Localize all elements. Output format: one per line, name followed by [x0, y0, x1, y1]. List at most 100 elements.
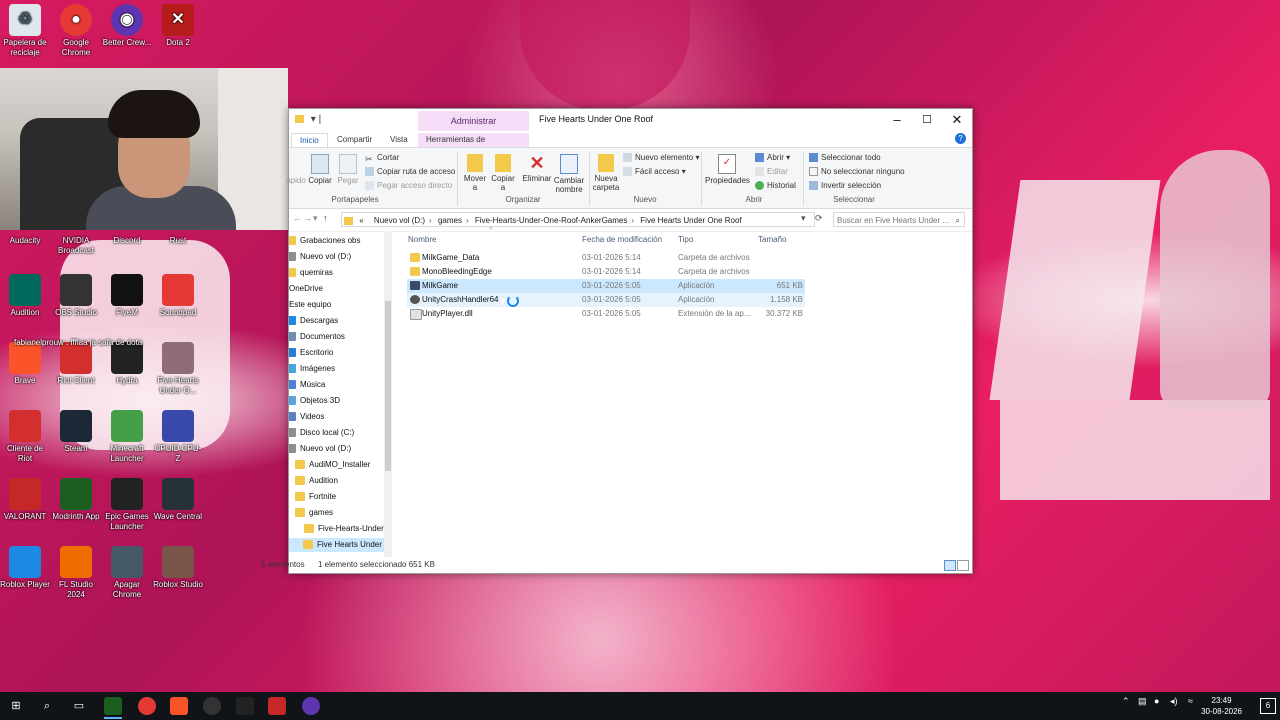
desktop-icon-discord[interactable]: Discord [102, 236, 152, 246]
column-header-date[interactable]: Fecha de modificación [582, 235, 662, 244]
close-button[interactable]: ✕ [942, 109, 972, 131]
forward-arrow-icon[interactable]: → [303, 213, 312, 223]
desktop-icon-rust[interactable]: Rust [153, 236, 203, 246]
desktop-icon-roblox-studio[interactable]: Roblox Studio [153, 546, 203, 590]
breadcrumb-item[interactable]: Nuevo vol (D:) [374, 216, 425, 225]
desktop-icon-nvidia[interactable]: NVIDIA Broadcast [51, 236, 101, 256]
desktop-icon-cpuz[interactable]: CPUID CPU-Z [153, 410, 203, 464]
nav-item[interactable]: games [295, 506, 333, 520]
desktop-icon-valorant[interactable]: VALORANT [0, 478, 50, 522]
properties-button[interactable]: ✓ Propiedades [705, 154, 750, 185]
nav-item[interactable]: OneDrive [289, 282, 323, 296]
address-dropdown-icon[interactable]: ▾ [801, 213, 806, 224]
move-to-button[interactable]: Mover a [461, 154, 489, 192]
paste-shortcut-button[interactable]: Pegar acceso directo [365, 180, 452, 192]
taskbar-chrome-icon[interactable] [138, 697, 156, 715]
history-button[interactable]: Historial [755, 180, 796, 192]
back-arrow-icon[interactable]: ← [293, 213, 302, 223]
nav-item[interactable]: Objetos 3D [289, 394, 340, 408]
desktop-icon-dota[interactable]: ✕ Dota 2 [153, 4, 203, 48]
start-windows-icon[interactable]: ⊞ [7, 697, 25, 715]
taskbar-stream-icon[interactable] [268, 697, 286, 715]
microphone-icon[interactable]: ● [1154, 696, 1159, 706]
desktop-icon-riot[interactable]: Riot Client [51, 342, 101, 386]
nav-item[interactable]: Nuevo vol (D:) [289, 442, 351, 456]
desktop-icon-roblox[interactable]: Roblox Player [0, 546, 50, 590]
nav-item[interactable]: Música [289, 378, 325, 392]
tab-inicio[interactable]: Inicio [291, 133, 328, 148]
invert-selection-button[interactable]: Invertir selección [809, 180, 881, 192]
cut-button[interactable]: ✂ Cortar [365, 152, 399, 164]
breadcrumb-overflow[interactable]: « [359, 216, 363, 225]
desktop-icon-riot-client[interactable]: Cliente de Riot [0, 410, 50, 464]
search-input[interactable]: Buscar en Five Hearts Under ... ⌕ [833, 212, 965, 227]
chevron-up-icon[interactable]: ⌃ [1122, 696, 1130, 707]
taskbar-obs-icon[interactable] [203, 697, 221, 715]
notifications-icon[interactable]: 6 [1260, 698, 1276, 714]
desktop-icon-game[interactable]: Five Hearts Under O... [153, 342, 203, 396]
desktop-icon-chrome[interactable]: ● Google Chrome [51, 4, 101, 58]
select-all-button[interactable]: Seleccionar todo [809, 152, 881, 164]
network-icon[interactable]: ▤ [1138, 696, 1147, 707]
taskbar-brave-icon[interactable] [170, 697, 188, 715]
help-icon[interactable]: ? [955, 133, 966, 144]
up-arrow-icon[interactable]: ↑ [323, 213, 328, 223]
tab-compartir[interactable]: Compartir [329, 133, 380, 147]
nav-scrollbar[interactable] [384, 231, 392, 557]
nav-item[interactable]: Fortnite [295, 490, 336, 504]
desktop-icon-better-crew[interactable]: ◉ Better Crew... [102, 4, 152, 48]
desktop-icon-brave[interactable]: Brave [0, 342, 50, 386]
nav-item[interactable]: Nuevo vol (D:) [289, 250, 351, 264]
nav-item[interactable]: Audition [295, 474, 338, 488]
desktop-icon-hydra[interactable]: Hydra [102, 342, 152, 386]
breadcrumb-item[interactable]: Five Hearts Under One Roof [640, 216, 741, 225]
nav-item[interactable]: Escritorio [289, 346, 333, 360]
file-row[interactable]: MonoBleedingEdge 03-01-2026 5:14 Carpeta d… [407, 265, 805, 279]
select-none-button[interactable]: No seleccionar ninguno [809, 166, 905, 178]
taskbar-explorer-icon[interactable] [104, 697, 122, 715]
search-icon[interactable]: ⌕ [38, 697, 56, 715]
paste-button[interactable]: Pegar [335, 154, 361, 185]
desktop-icon-recycle-bin[interactable]: ♻ Papelera de reciclaje [0, 4, 50, 58]
desktop-icon-obs[interactable]: OBS Studio [51, 274, 101, 318]
tab-herramientas[interactable]: Herramientas de aplicación [418, 133, 529, 158]
breadcrumb-item[interactable]: Five-Hearts-Under-One-Roof-AnkerGames [475, 216, 628, 225]
desktop-icon-steam[interactable]: Steam [51, 410, 101, 454]
nav-item[interactable]: Grabaciones obs [289, 234, 360, 248]
delete-button[interactable]: ✕ Eliminar [521, 154, 553, 183]
nav-item[interactable]: Videos [289, 410, 324, 424]
breadcrumb-item[interactable]: games [438, 216, 462, 225]
desktop-icon-wave[interactable]: Wave Central [153, 478, 203, 522]
nav-item[interactable]: Este equipo [289, 298, 331, 312]
copy-button[interactable]: Copiar [307, 154, 333, 185]
task-view-icon[interactable]: ▭ [70, 697, 88, 715]
nav-item[interactable]: Imágenes [289, 362, 335, 376]
acceso-rapido-button[interactable]: ápido [285, 176, 307, 185]
taskbar-hydra-icon[interactable] [236, 697, 254, 715]
desktop-icon-audacity[interactable]: Audacity [0, 236, 50, 246]
file-row[interactable]: UnityPlayer.dll 03-01-2026 5:05 Extensión … [407, 307, 805, 321]
desktop-icon-fivem[interactable]: FiveM [102, 274, 152, 318]
quick-access-toolbar[interactable]: ▾ | [295, 114, 321, 125]
taskbar-better-crew-icon[interactable] [302, 697, 320, 715]
desktop-icon-flstudio[interactable]: FL Studio 2024 [51, 546, 101, 600]
nav-item[interactable]: Five-Hearts-Under-One- [304, 522, 392, 536]
refresh-icon[interactable]: ⟳ [815, 213, 823, 224]
recent-dropdown-icon[interactable]: ▾ [313, 213, 318, 224]
desktop-icon-epic[interactable]: Epic Games Launcher [102, 478, 152, 532]
nav-item[interactable]: Disco local (C:) [289, 426, 354, 440]
nav-item[interactable]: AudiMO_Installer [295, 458, 370, 472]
column-header-name[interactable]: Nombre [408, 235, 436, 244]
new-folder-button[interactable]: Nueva carpeta [591, 154, 621, 192]
system-clock[interactable]: 23:49 30-08-2026 [1201, 695, 1242, 717]
new-item-button[interactable]: Nuevo elemento ▾ [623, 152, 700, 164]
tab-vista[interactable]: Vista [382, 133, 416, 147]
nav-item[interactable]: quemiras [289, 266, 333, 280]
copy-path-button[interactable]: Copiar ruta de acceso [365, 166, 455, 178]
desktop-icon-audition[interactable]: Audition [0, 274, 50, 318]
dropdown-arrow-icon[interactable]: ▾ | [311, 114, 321, 125]
wifi-icon[interactable]: ≈ [1188, 696, 1193, 706]
edit-button[interactable]: Editar [755, 166, 788, 178]
details-view-icon[interactable] [944, 560, 956, 571]
desktop-icon-minecraft[interactable]: Minecraft Launcher [102, 410, 152, 464]
